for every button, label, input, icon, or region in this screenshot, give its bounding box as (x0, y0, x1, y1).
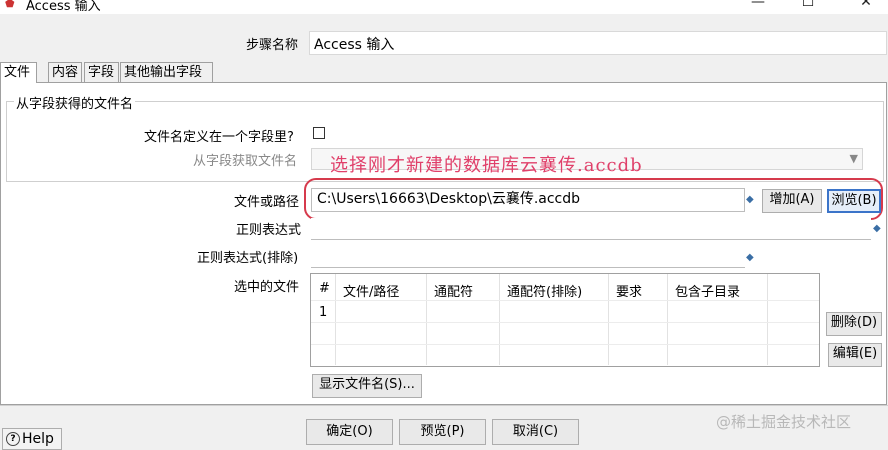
column-separator (667, 274, 668, 365)
tab-additional-output-fields[interactable]: 其他输出字段 (120, 62, 213, 82)
group-title: 从字段获得的文件名 (14, 93, 136, 112)
table-row-number[interactable]: 1 (319, 305, 327, 320)
filename-in-field-label: 文件名定义在一个字段里? (144, 130, 294, 145)
table-header[interactable]: # (319, 281, 330, 296)
column-separator (767, 274, 768, 365)
cancel-button[interactable]: 取消(C) (492, 419, 579, 445)
selected-files-label: 选中的文件 (234, 280, 300, 295)
row-separator (311, 300, 819, 301)
step-name-label: 步骤名称 (246, 38, 299, 53)
ok-button[interactable]: 确定(O) (306, 419, 393, 445)
row-separator (311, 344, 819, 345)
show-filenames-button[interactable]: 显示文件名(S)... (312, 374, 422, 398)
help-label: Help (22, 431, 54, 447)
variable-icon: ◆ (873, 223, 881, 234)
table-header[interactable]: 通配符 (434, 281, 473, 300)
footer-separator (0, 405, 888, 406)
regex-label: 正则表达式 (236, 223, 302, 238)
filename-in-field-checkbox[interactable] (313, 127, 325, 139)
table-header[interactable]: 要求 (616, 281, 642, 300)
regex-exclude-input[interactable] (311, 246, 745, 268)
variable-icon: ◆ (746, 194, 754, 205)
access-app-icon: ⬟ (5, 0, 15, 10)
column-separator (608, 274, 609, 365)
browse-button[interactable]: 浏览(B) (827, 189, 881, 213)
tab-fields[interactable]: 字段 (84, 62, 119, 82)
chevron-down-icon: ▼ (849, 152, 858, 165)
table-header[interactable]: 文件/路径 (343, 281, 399, 300)
column-separator (499, 274, 500, 365)
get-filename-from-field-label: 从字段获取文件名 (193, 154, 298, 169)
tab-content[interactable]: 内容 (48, 62, 82, 82)
file-or-directory-label: 文件或路径 (234, 195, 300, 210)
window-title: Access 输入 (26, 0, 101, 14)
regex-input[interactable] (311, 218, 871, 240)
variable-icon: ◆ (746, 252, 754, 263)
file-or-directory-input[interactable]: C:\Users\16663\Desktop\云襄传.accdb (311, 188, 745, 212)
column-separator (426, 274, 427, 365)
selected-files-table[interactable]: # 文件/路径 通配符 通配符(排除) 要求 包含子目录 1 (310, 273, 820, 367)
minimize-button[interactable]: — (748, 0, 768, 12)
row-separator (311, 322, 819, 323)
add-button[interactable]: 增加(A) (762, 189, 822, 213)
handwritten-annotation: 选择刚才新建的数据库云襄传.accdb (330, 155, 643, 176)
help-button[interactable]: ? Help (2, 428, 62, 450)
tab-file[interactable]: 文件 (0, 62, 37, 83)
title-bar: ⬟ Access 输入 — ☐ ✕ (0, 0, 888, 14)
table-header[interactable]: 包含子目录 (675, 281, 740, 300)
delete-button[interactable]: 删除(D) (826, 312, 882, 336)
regex-exclude-label: 正则表达式(排除) (197, 251, 299, 266)
edit-button[interactable]: 编辑(E) (828, 343, 882, 367)
maximize-button[interactable]: ☐ (798, 0, 818, 12)
table-header[interactable]: 通配符(排除) (507, 281, 582, 300)
step-name-input[interactable]: Access 输入 (309, 31, 887, 55)
close-button[interactable]: ✕ (856, 0, 876, 12)
column-separator (335, 274, 336, 365)
watermark: @稀土掘金技术社区 (716, 413, 852, 431)
help-icon: ? (6, 432, 20, 446)
preview-button[interactable]: 预览(P) (399, 419, 486, 445)
